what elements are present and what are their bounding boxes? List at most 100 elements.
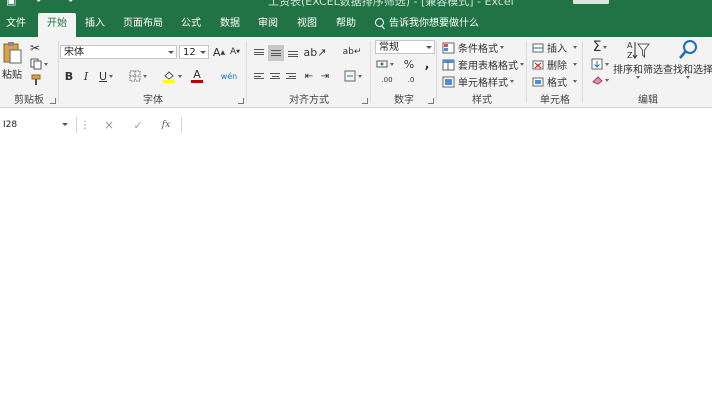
italic-button[interactable]: I xyxy=(79,69,93,83)
paste-label: 粘贴 xyxy=(2,70,22,81)
copy-button[interactable] xyxy=(28,57,50,71)
tab-help[interactable]: 帮助 xyxy=(330,13,362,37)
align-bottom-button[interactable] xyxy=(286,47,300,61)
fill-button[interactable] xyxy=(588,57,612,71)
decrease-decimal-button[interactable]: .0 xyxy=(400,73,422,87)
font-name-select[interactable]: 宋体 xyxy=(60,45,177,59)
number-group-label: 数字 xyxy=(394,95,414,106)
format-as-table-button[interactable]: 套用表格格式 xyxy=(442,57,524,72)
insert-function-icon[interactable]: fx xyxy=(159,118,173,132)
autosum-button[interactable]: Σ xyxy=(588,39,612,55)
currency-icon xyxy=(376,60,388,68)
align-top-button[interactable] xyxy=(252,45,266,59)
align-right-button[interactable] xyxy=(284,69,298,83)
paste-icon xyxy=(3,42,22,64)
align-bottom-icon xyxy=(288,50,298,59)
align-middle-button[interactable] xyxy=(268,45,284,61)
align-left-button[interactable] xyxy=(252,69,266,83)
brush-icon xyxy=(31,74,41,85)
format-painter-button[interactable] xyxy=(28,73,44,87)
merge-center-button[interactable] xyxy=(342,69,364,83)
svg-text:A: A xyxy=(627,41,633,50)
formula-input[interactable] xyxy=(184,118,704,132)
wrap-text-button[interactable]: ab↵ xyxy=(342,45,362,59)
name-box-value: I28 xyxy=(3,120,18,130)
number-format-select[interactable]: 常规 xyxy=(375,40,435,54)
fill-color-button[interactable] xyxy=(160,68,184,84)
group-editing: Σ A Z 排序和筛选 查找和选择 编辑 xyxy=(584,37,712,107)
divider xyxy=(526,41,527,103)
paint-bucket-icon xyxy=(163,71,175,83)
font-size-value: 12 xyxy=(183,47,196,58)
alignment-launcher-icon[interactable] xyxy=(362,98,368,104)
bold-button[interactable]: B xyxy=(62,69,76,83)
borders-button[interactable] xyxy=(126,69,150,83)
svg-text:Z: Z xyxy=(627,51,633,60)
undo-icon[interactable]: ↶ xyxy=(36,0,45,7)
delete-cells-button[interactable]: 删除 xyxy=(532,57,577,72)
editing-group-label: 编辑 xyxy=(638,95,658,106)
clear-button[interactable] xyxy=(588,73,612,87)
tab-insert[interactable]: 插入 xyxy=(80,13,110,37)
font-size-select[interactable]: 12 xyxy=(179,45,209,59)
increase-decimal-button[interactable]: .00 xyxy=(376,73,398,87)
increase-indent-icon: ⇥ xyxy=(320,70,330,82)
worksheet-area[interactable] xyxy=(0,135,712,400)
font-launcher-icon[interactable] xyxy=(238,98,244,104)
format-cells-button[interactable]: 格式 xyxy=(532,74,577,89)
sort-filter-button[interactable]: A Z 排序和筛选 xyxy=(613,39,663,87)
tab-page-layout[interactable]: 页面布局 xyxy=(118,13,168,37)
tab-view[interactable]: 视图 xyxy=(291,13,323,37)
redo-icon[interactable]: ↷ xyxy=(64,0,73,7)
tab-data[interactable]: 数据 xyxy=(214,13,246,37)
save-icon[interactable]: ▣ xyxy=(6,0,16,7)
increase-indent-button[interactable]: ⇥ xyxy=(318,69,332,83)
divider xyxy=(370,41,371,103)
cell-styles-button[interactable]: 单元格样式 xyxy=(442,74,514,89)
tab-review[interactable]: 审阅 xyxy=(252,13,284,37)
phonetic-button[interactable]: wén xyxy=(218,67,240,85)
enter-icon[interactable]: ✓ xyxy=(131,118,145,132)
search-icon xyxy=(375,18,384,27)
orientation-button[interactable]: ab↗ xyxy=(304,45,327,59)
styles-group-label: 样式 xyxy=(472,95,492,106)
grow-font-button[interactable]: A ▲ xyxy=(212,45,226,59)
cell-styles-icon xyxy=(442,76,455,87)
group-cells: 插入 删除 格式 单元格 xyxy=(528,37,582,107)
wrap-text-icon: ab↵ xyxy=(342,47,362,57)
comma-button[interactable]: , xyxy=(420,57,434,71)
paste-button[interactable]: 粘贴 xyxy=(0,40,24,82)
merge-icon xyxy=(344,70,356,82)
font-name-value: 宋体 xyxy=(64,47,84,58)
ribbon-tabs: 文件 开始 插入 页面布局 公式 数据 审阅 视图 帮助 告诉我你想要做什么 xyxy=(0,13,712,37)
number-format-value: 常规 xyxy=(379,42,399,53)
name-box[interactable]: I28 xyxy=(0,115,72,135)
tab-home[interactable]: 开始 xyxy=(38,13,76,37)
shrink-font-button[interactable]: A ▼ xyxy=(228,45,242,59)
tab-formulas[interactable]: 公式 xyxy=(175,13,207,37)
cancel-icon[interactable]: × xyxy=(102,118,116,132)
clipboard-launcher-icon[interactable] xyxy=(50,98,56,104)
align-right-icon xyxy=(286,72,296,81)
decrease-indent-button[interactable]: ⇤ xyxy=(302,69,316,83)
alignment-group-label: 对齐方式 xyxy=(289,95,329,106)
cut-icon[interactable]: ✂ xyxy=(28,41,42,55)
tab-file[interactable]: 文件 xyxy=(2,13,30,37)
find-select-button[interactable]: 查找和选择 xyxy=(663,39,712,87)
formula-bar-options-icon[interactable]: ⋮ xyxy=(80,118,90,132)
sign-in-button[interactable] xyxy=(573,0,609,4)
font-color-button[interactable]: A xyxy=(186,68,208,84)
tell-me-search[interactable]: 告诉我你想要做什么 xyxy=(375,13,479,37)
fill-down-icon xyxy=(591,58,603,70)
sum-icon: Σ xyxy=(592,39,602,55)
copy-icon xyxy=(30,58,42,70)
conditional-format-button[interactable]: 条件格式 xyxy=(442,40,504,55)
align-center-button[interactable] xyxy=(268,69,282,83)
insert-icon xyxy=(532,43,544,52)
font-group-label: 字体 xyxy=(143,95,163,106)
insert-cells-button[interactable]: 插入 xyxy=(532,40,577,55)
percent-button[interactable]: % xyxy=(402,57,416,71)
number-launcher-icon[interactable] xyxy=(428,98,434,104)
accounting-format-button[interactable] xyxy=(375,57,395,71)
underline-button[interactable]: U xyxy=(95,69,117,83)
